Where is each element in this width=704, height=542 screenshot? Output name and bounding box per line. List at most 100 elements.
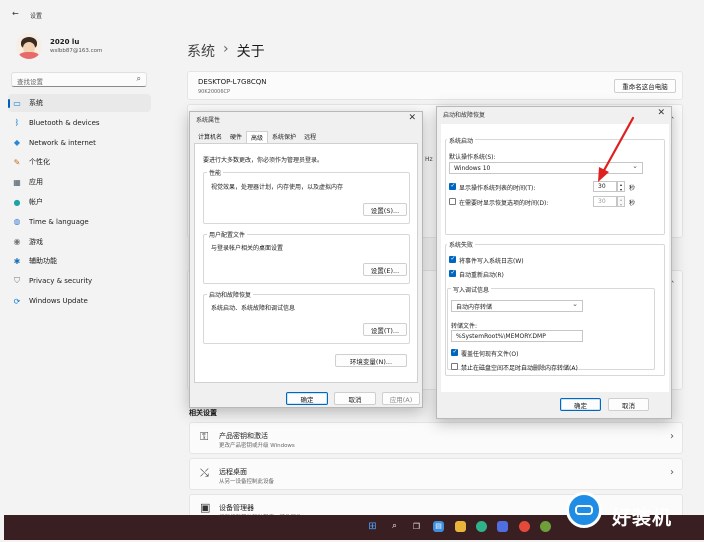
seconds-unit: 秒 — [629, 200, 636, 207]
start-icon[interactable]: ⊞ — [367, 521, 378, 532]
sidebar-item-0[interactable]: ▭ 系统 — [8, 94, 151, 112]
show-recovery-seconds[interactable]: 30 — [593, 196, 617, 207]
store-icon[interactable] — [497, 521, 508, 532]
sidebar-item-7[interactable]: ◉ 游戏 — [8, 233, 151, 251]
close-icon[interactable]: ✕ — [657, 108, 665, 118]
chrome-icon[interactable] — [519, 521, 530, 532]
user-profiles-desc: 与登录帐户相关的桌面设置 — [211, 245, 284, 252]
app-icon[interactable] — [540, 521, 551, 532]
dialog-title: 启动和故障恢复 — [443, 112, 486, 119]
ok-button[interactable]: 确定 — [286, 392, 328, 405]
performance-settings-button[interactable]: 设置(S)... — [363, 203, 407, 216]
debug-info-label: 写入调试信息 — [451, 285, 492, 294]
folder-icon[interactable] — [455, 521, 466, 532]
write-log-checkbox[interactable] — [449, 255, 456, 263]
sidebar-item-label: 帐户 — [29, 198, 43, 206]
arrow-shaft — [600, 116, 635, 176]
auto-restart-checkbox[interactable] — [449, 269, 456, 277]
auto-restart-label: 自动重新启动(R) — [459, 272, 504, 279]
wifi-icon: ◆ — [13, 138, 21, 148]
related-item-product-key[interactable]: ⚿ 产品密钥和激活 更改产品密钥或升级 Windows › — [189, 422, 683, 454]
startup-recovery-label: 启动和故障恢复 — [207, 290, 254, 299]
system-startup-label: 系统启动 — [447, 136, 476, 145]
default-os-label: 默认操作系统(S): — [449, 154, 496, 161]
related-settings-title: 相关设置 — [189, 409, 217, 417]
dump-file-input[interactable]: %SystemRoot%\MEMORY.DMP — [451, 330, 583, 342]
startup-recovery-desc: 系统启动、系统故障和调试信息 — [211, 305, 296, 312]
cancel-button[interactable]: 取消 — [608, 398, 649, 411]
startup-recovery-settings-button[interactable]: 设置(T)... — [363, 323, 407, 336]
apply-button[interactable]: 应用(A) — [382, 392, 420, 405]
search-icon[interactable]: ⌕ — [389, 521, 400, 532]
startup-recovery-group — [203, 294, 410, 344]
active-indicator — [8, 99, 10, 108]
avatar[interactable] — [16, 33, 42, 59]
related-item-title: 远程桌面 — [219, 468, 247, 476]
device-model: 90K20006CP — [198, 89, 231, 95]
related-item-title: 设备管理器 — [219, 504, 254, 512]
close-icon[interactable]: ✕ — [408, 113, 416, 123]
chevron-right-icon: › — [670, 467, 674, 478]
tab-advanced[interactable]: 高级 — [246, 131, 269, 143]
breadcrumb-separator: › — [223, 41, 229, 57]
spinner-icon[interactable]: ▴ ▾ — [617, 196, 625, 207]
ok-button[interactable]: 确定 — [560, 398, 601, 411]
search-icon: ⌕ — [136, 74, 141, 83]
page-title: 关于 — [236, 44, 265, 60]
show-os-list-checkbox[interactable] — [449, 182, 456, 190]
rename-pc-button[interactable]: 重命名这台电脑 — [614, 79, 676, 93]
sidebar-item-8[interactable]: ✱ 辅助功能 — [8, 252, 151, 270]
search-input[interactable]: 查找设置 ⌕ — [11, 72, 147, 87]
remote-icon: ⤯ — [200, 466, 209, 479]
sidebar-item-1[interactable]: ᛒ Bluetooth & devices — [8, 114, 151, 132]
environment-variables-button[interactable]: 环境变量(N)... — [335, 354, 407, 367]
sidebar-item-3[interactable]: ✎ 个性化 — [8, 153, 151, 171]
sidebar-item-9[interactable]: ⛉ Privacy & security — [8, 272, 151, 290]
sidebar-item-label: Time & language — [29, 217, 89, 226]
show-recovery-checkbox[interactable] — [449, 198, 456, 205]
bluetooth-icon: ᛒ — [14, 118, 20, 128]
spec-fragment: Hz — [425, 156, 433, 163]
person-icon: ● — [13, 197, 21, 207]
debug-type-select[interactable]: 自动内存转储 — [451, 300, 583, 312]
widgets-icon[interactable]: ▤ — [433, 521, 444, 532]
tab-strip: 计算机名 硬件 高级 系统保护 远程 — [194, 131, 320, 143]
disable-auto-delete-checkbox[interactable] — [451, 363, 458, 370]
disable-auto-delete-label: 禁止在磁盘空间不足时自动删除内存转储(A) — [461, 365, 578, 372]
sidebar-item-2[interactable]: ◆ Network & internet — [8, 134, 151, 152]
breadcrumb-section[interactable]: 系统 — [187, 41, 215, 61]
tab-hardware[interactable]: 硬件 — [226, 131, 246, 142]
sidebar-item-10[interactable]: ⟳ Windows Update — [8, 292, 151, 310]
search-placeholder: 查找设置 — [17, 78, 43, 86]
tab-computer-name[interactable]: 计算机名 — [194, 131, 226, 142]
user-name: 2020 lu — [50, 38, 80, 46]
related-item-subtitle: 更改产品密钥或升级 Windows — [219, 443, 295, 449]
related-item-title: 产品密钥和激活 — [219, 432, 268, 440]
show-recovery-value: 30 — [598, 198, 606, 205]
sidebar-item-4[interactable]: ▦ 应用 — [8, 173, 151, 191]
sidebar-item-label: Windows Update — [29, 297, 88, 305]
tab-panel: 要进行大多数更改，你必须作为管理员登录。 性能 视觉效果，处理器计划，内存使用，… — [194, 143, 418, 383]
sidebar-item-label: 系统 — [29, 99, 43, 107]
back-button[interactable]: ← — [12, 9, 19, 18]
user-profiles-settings-button[interactable]: 设置(E)... — [363, 263, 407, 276]
tab-system-protection[interactable]: 系统保护 — [268, 131, 300, 142]
annotation-arrow — [598, 116, 635, 182]
globe-icon: ◍ — [13, 217, 21, 227]
taskview-icon[interactable]: ❐ — [411, 521, 422, 532]
shield-icon: ⛉ — [14, 276, 20, 286]
update-icon: ⟳ — [13, 296, 21, 306]
monitor-icon: ▭ — [13, 98, 21, 108]
tab-remote[interactable]: 远程 — [300, 131, 320, 142]
related-item-remote-desktop[interactable]: ⤯ 远程桌面 从另一设备控制此设备 › — [189, 458, 683, 490]
overwrite-checkbox[interactable] — [451, 348, 458, 356]
edge-icon[interactable] — [476, 521, 487, 532]
sidebar-item-5[interactable]: ● 帐户 — [8, 193, 151, 211]
admin-note: 要进行大多数更改，你必须作为管理员登录。 — [203, 157, 324, 164]
user-profiles-label: 用户配置文件 — [207, 230, 248, 239]
sidebar-item-6[interactable]: ◍ Time & language — [8, 213, 151, 231]
chevron-right-icon: › — [670, 431, 674, 442]
cancel-button[interactable]: 取消 — [334, 392, 376, 405]
performance-group — [203, 172, 410, 224]
user-profiles-group — [203, 234, 410, 284]
